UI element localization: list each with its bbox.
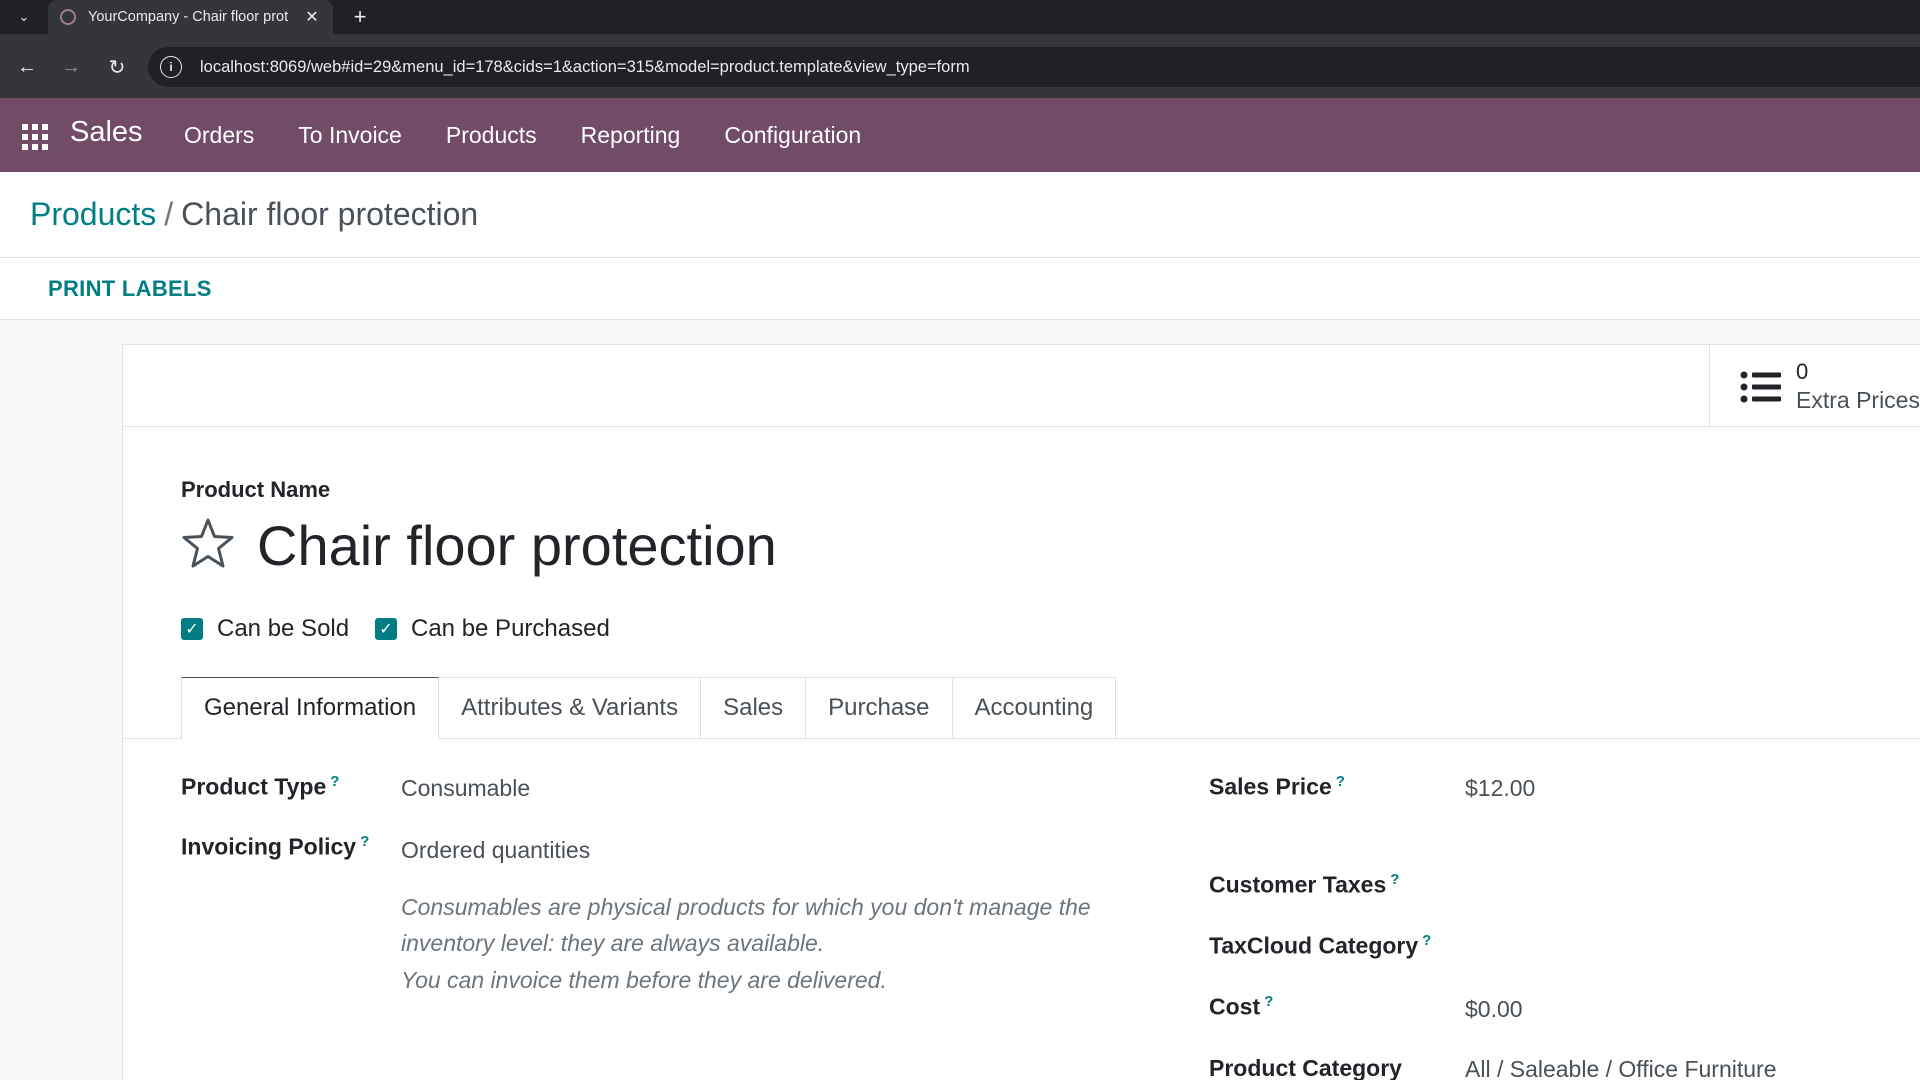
close-tab-icon[interactable]: ✕ xyxy=(303,7,321,27)
customer-taxes-label-text: Customer Taxes xyxy=(1209,871,1387,898)
app-name[interactable]: Sales xyxy=(70,116,143,149)
extra-prices-button[interactable]: 0 Extra Prices xyxy=(1709,345,1920,427)
product-name-label: Product Name xyxy=(181,477,331,502)
menu-item-orders[interactable]: Orders xyxy=(184,122,254,149)
browser-tab[interactable]: YourCompany - Chair floor prot ✕ xyxy=(48,0,333,34)
menu-item-products[interactable]: Products xyxy=(446,122,537,149)
extra-prices-label: Extra Prices xyxy=(1796,387,1920,413)
tab-purchase[interactable]: Purchase xyxy=(806,677,953,739)
button-box: 0 Extra Prices xyxy=(123,345,1920,427)
control-panel-divider xyxy=(0,257,1920,258)
list-icon xyxy=(1740,371,1781,403)
new-tab-icon[interactable]: + xyxy=(346,4,374,30)
breadcrumb-current: Chair floor protection xyxy=(181,196,479,232)
sales-price-help-icon[interactable]: ? xyxy=(1336,773,1345,790)
cost-help-icon[interactable]: ? xyxy=(1264,993,1273,1010)
address-bar[interactable]: i localhost:8069/web#id=29&menu_id=178&c… xyxy=(148,47,1920,87)
invoice-help-note: You can invoice them before they are del… xyxy=(401,967,887,993)
invoicing-policy-label: Invoicing Policy? xyxy=(181,833,369,861)
forward-arrow-icon[interactable]: → xyxy=(56,52,86,82)
product-type-label: Product Type? xyxy=(181,773,339,801)
cost-label-text: Cost xyxy=(1209,993,1261,1020)
tab-sales[interactable]: Sales xyxy=(701,677,807,739)
sales-price-field[interactable]: $12.00 xyxy=(1465,775,1535,802)
browser-tab-strip: ⌄ YourCompany - Chair floor prot ✕ + xyxy=(0,0,1920,34)
can-be-purchased-checkbox-row[interactable]: ✓ Can be Purchased xyxy=(375,615,610,643)
tab-accounting[interactable]: Accounting xyxy=(952,677,1117,739)
can-be-purchased-checkbox[interactable]: ✓ xyxy=(375,618,397,640)
reload-icon[interactable]: ↻ xyxy=(102,52,132,82)
browser-toolbar: ← → ↻ i localhost:8069/web#id=29&menu_id… xyxy=(0,34,1920,98)
favorite-star-icon[interactable] xyxy=(181,517,235,571)
top-menu: Orders To Invoice Products Reporting Con… xyxy=(184,98,905,172)
menu-item-reporting[interactable]: Reporting xyxy=(581,122,681,149)
site-info-icon[interactable]: i xyxy=(160,56,182,78)
consumable-help-note: Consumables are physical products for wh… xyxy=(401,894,1091,956)
product-type-field[interactable]: Consumable xyxy=(401,775,530,802)
cost-label: Cost? xyxy=(1209,993,1273,1021)
taxcloud-category-help-icon[interactable]: ? xyxy=(1422,932,1431,949)
product-type-help-icon[interactable]: ? xyxy=(330,773,339,790)
cost-field[interactable]: $0.00 xyxy=(1465,996,1523,1023)
invoicing-policy-help-icon[interactable]: ? xyxy=(360,833,369,850)
control-panel: Products / Chair floor protection PRINT LA… xyxy=(0,172,1920,320)
main-navbar: Sales Orders To Invoice Products Reporti… xyxy=(0,98,1920,172)
breadcrumb-separator: / xyxy=(164,196,174,232)
customer-taxes-help-icon[interactable]: ? xyxy=(1390,871,1399,888)
sales-price-label-text: Sales Price xyxy=(1209,773,1332,800)
url-text: localhost:8069/web#id=29&menu_id=178&cid… xyxy=(200,57,970,76)
breadcrumb-products-link[interactable]: Products xyxy=(30,196,156,232)
taxcloud-category-label: TaxCloud Category? xyxy=(1209,932,1431,960)
apps-grid-icon[interactable] xyxy=(22,124,48,150)
menu-item-to-invoice[interactable]: To Invoice xyxy=(298,122,402,149)
customer-taxes-label: Customer Taxes? xyxy=(1209,871,1399,899)
can-be-sold-checkbox-row[interactable]: ✓ Can be Sold xyxy=(181,615,349,643)
print-labels-button[interactable]: PRINT LABELS xyxy=(48,276,212,302)
form-tabs: General Information Attributes & Variant… xyxy=(181,677,1117,739)
can-be-sold-checkbox[interactable]: ✓ xyxy=(181,618,203,640)
can-be-sold-label[interactable]: Can be Sold xyxy=(217,615,349,643)
tab-general-information[interactable]: General Information xyxy=(181,677,440,739)
sales-price-label: Sales Price? xyxy=(1209,773,1345,801)
tab-attributes-variants[interactable]: Attributes & Variants xyxy=(439,677,702,739)
can-be-purchased-label[interactable]: Can be Purchased xyxy=(411,615,610,643)
invoicing-policy-field[interactable]: Ordered quantities xyxy=(401,837,590,864)
product-category-field[interactable]: All / Saleable / Office Furniture xyxy=(1465,1056,1777,1080)
product-name-field[interactable]: Chair floor protection xyxy=(257,513,777,578)
breadcrumb: Products / Chair floor protection xyxy=(30,196,478,233)
product-type-label-text: Product Type xyxy=(181,773,327,800)
product-category-label: Product Category xyxy=(1209,1055,1402,1080)
tab-title: YourCompany - Chair floor prot xyxy=(88,9,289,25)
taxcloud-category-label-text: TaxCloud Category xyxy=(1209,932,1419,959)
form-sheet: 0 Extra Prices Product Name Chair floor … xyxy=(122,344,1920,1080)
extra-prices-count: 0 xyxy=(1796,359,1809,384)
tab-favicon-icon xyxy=(60,9,76,25)
invoicing-policy-label-text: Invoicing Policy xyxy=(181,833,357,860)
menu-item-configuration[interactable]: Configuration xyxy=(724,122,861,149)
back-arrow-icon[interactable]: ← xyxy=(12,52,42,82)
tab-search-chevron-icon[interactable]: ⌄ xyxy=(6,3,42,31)
